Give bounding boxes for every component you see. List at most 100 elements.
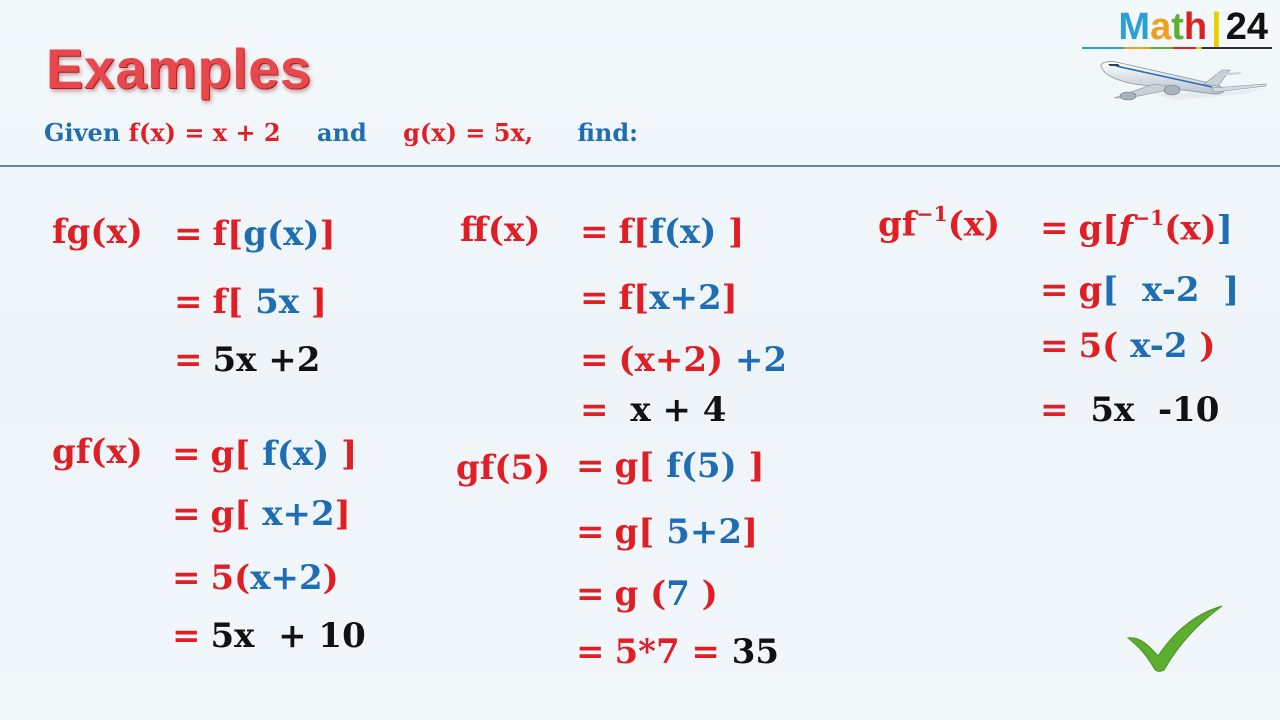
- expression-part: 5*7 =: [614, 632, 732, 672]
- logo-letter: a: [1150, 6, 1172, 48]
- equation-step: = g[ x-2 ]: [1040, 270, 1239, 310]
- expression-part: f[: [618, 212, 650, 252]
- expression-part: ]: [319, 214, 336, 254]
- expression-part: ]: [736, 446, 765, 486]
- logo-letter: M: [1118, 6, 1151, 48]
- expression-part: g[: [614, 446, 667, 486]
- gfinv-exponent: −1: [916, 201, 948, 226]
- equals-sign: =: [576, 512, 605, 552]
- equation-step: = (x+2) +2: [580, 340, 787, 380]
- expression-part: ): [689, 574, 718, 614]
- equation-step: = 5x + 10: [172, 616, 366, 656]
- expression-part: g[: [614, 512, 667, 552]
- expression-part: ]: [329, 434, 358, 474]
- expression-part: g: [1078, 270, 1103, 310]
- gfinv-lhs: gf−1(x): [878, 201, 1001, 245]
- equation-step: = f[g(x)]: [174, 214, 336, 254]
- expression-part: 5+2: [666, 512, 743, 552]
- equals-sign: =: [1040, 326, 1069, 366]
- given-prefix: Given: [44, 118, 129, 147]
- expression-part: x + 4: [618, 390, 727, 430]
- page-title: Examples: [46, 37, 312, 100]
- equals-sign: =: [1040, 390, 1069, 430]
- fg-lhs: fg(x): [52, 212, 143, 252]
- expression-part: x+2: [262, 494, 335, 534]
- equals-sign: =: [174, 282, 203, 322]
- expression-part: g[: [1078, 208, 1119, 249]
- expression-part: 35: [731, 632, 780, 672]
- equals-sign: =: [576, 632, 605, 672]
- equation-step: = g[ f(x) ]: [172, 434, 357, 474]
- checkmark-icon: [1126, 605, 1223, 672]
- expression-part: 5x +2: [212, 340, 321, 380]
- expression-part: f(5): [666, 446, 737, 486]
- expression-part: f[: [212, 214, 244, 254]
- expression-part: 7: [666, 574, 690, 614]
- expression-part: (x): [1164, 208, 1217, 249]
- expression-part: f: [1118, 208, 1134, 249]
- expression-part: ]: [742, 512, 759, 552]
- equation-step: = x + 4: [580, 390, 726, 430]
- expression-part: ]: [721, 278, 738, 318]
- logo-letter: h: [1183, 6, 1208, 48]
- airplane-icon: [1100, 61, 1267, 101]
- expression-part: ]: [728, 212, 745, 252]
- expression-part: g(x): [243, 214, 320, 254]
- equals-sign: =: [172, 616, 201, 656]
- expression-part: f(x): [649, 212, 729, 252]
- expression-part: 5x + 10: [210, 616, 366, 656]
- equation-step: = f[f(x) ]: [580, 212, 744, 252]
- equation-step: = g[f−1(x)]: [1040, 205, 1233, 249]
- equals-sign: =: [174, 340, 203, 380]
- equals-sign: =: [174, 214, 203, 254]
- equation-step: = g[ f(5) ]: [576, 446, 765, 486]
- equals-sign: =: [172, 558, 201, 598]
- expression-part: f[: [618, 278, 650, 318]
- equals-sign: =: [580, 390, 609, 430]
- find-word: find:: [577, 118, 639, 147]
- expression-part: x-2: [1118, 326, 1200, 366]
- equals-sign: =: [576, 446, 605, 486]
- equation-step: = 5x -10: [1040, 390, 1219, 430]
- equals-sign: =: [580, 340, 609, 380]
- expression-part: 5(: [1078, 326, 1119, 366]
- expression-part: g (: [614, 574, 667, 614]
- expression-part: −1: [1133, 205, 1165, 230]
- logo-separator: |: [1211, 6, 1222, 48]
- math24-logo: Math | 24: [1118, 6, 1268, 49]
- logo-number: 24: [1225, 6, 1268, 48]
- equation-step: = g (7 ): [576, 574, 718, 614]
- and-word: and: [317, 118, 367, 147]
- problem-statement: Given f(x) = x + 2 and g(x) = 5x, find:: [44, 118, 638, 147]
- expression-part: ): [322, 558, 339, 598]
- expression-part: f[: [212, 282, 256, 322]
- equation-step: = 5*7 = 35: [576, 632, 779, 672]
- expression-part: g[: [210, 494, 263, 534]
- equals-sign: =: [576, 574, 605, 614]
- gfinv-base: gf: [878, 204, 917, 245]
- gfinv-arg: (x): [947, 204, 1001, 245]
- equals-sign: =: [580, 212, 609, 252]
- equation-step: = 5(x+2): [172, 558, 339, 598]
- expression-part: ]: [299, 282, 327, 322]
- equals-sign: =: [580, 278, 609, 318]
- expression-part: x+2: [649, 278, 722, 318]
- expression-part: 5(: [210, 558, 251, 598]
- expression-part: ]: [334, 494, 351, 534]
- ff-lhs: ff(x): [460, 210, 541, 250]
- expression-part: [ x-2 ]: [1102, 270, 1240, 310]
- header-divider: [0, 165, 1280, 167]
- expression-part: (x+2): [618, 340, 724, 380]
- expression-part: 5x -10: [1078, 390, 1220, 430]
- gf-lhs: gf(x): [52, 432, 143, 472]
- logo-letter: t: [1171, 6, 1184, 48]
- expression-part: g[: [210, 434, 263, 474]
- equals-sign: =: [1040, 270, 1069, 310]
- equals-sign: =: [1040, 208, 1069, 249]
- equals-sign: =: [172, 434, 201, 474]
- expression-part: x+2: [250, 558, 323, 598]
- expression-part: ): [1199, 326, 1216, 366]
- equation-step: = 5x +2: [174, 340, 320, 380]
- g-definition: g(x) = 5x,: [403, 118, 534, 147]
- expression-part: ]: [1216, 208, 1233, 249]
